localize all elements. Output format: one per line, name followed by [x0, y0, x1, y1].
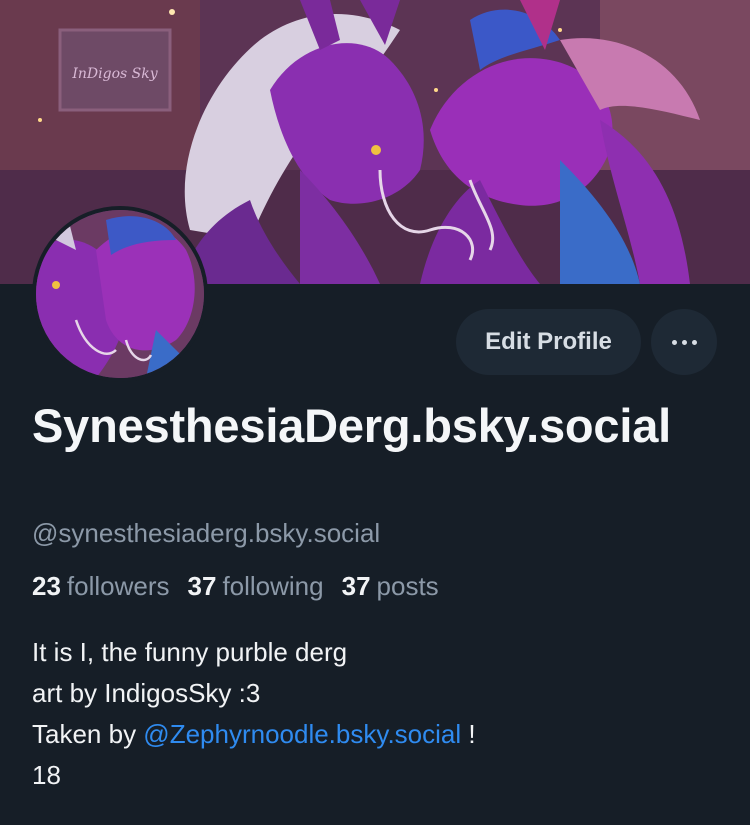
following-count: 37 — [187, 571, 217, 601]
bio-line: 18 — [32, 760, 61, 790]
profile-stats: 23 followers 37 following 37 posts — [32, 571, 439, 602]
bio-line: art by IndigosSky :3 — [32, 678, 261, 708]
more-options-button[interactable] — [651, 309, 717, 375]
followers-count: 23 — [32, 571, 61, 601]
following-stat[interactable]: 37 following — [188, 571, 324, 602]
posts-stat: 37 posts — [342, 571, 439, 602]
profile-bio: It is I, the funny purble derg art by In… — [32, 632, 722, 796]
profile-page: InDigos Sky Edit Profile SynesthesiaDerg… — [0, 0, 750, 825]
ellipsis-icon — [671, 339, 677, 345]
profile-display-name: SynesthesiaDerg.bsky.social — [32, 399, 671, 452]
edit-profile-button[interactable]: Edit Profile — [456, 309, 641, 375]
following-label: following — [222, 571, 324, 601]
posts-count: 37 — [341, 571, 371, 601]
ellipsis-icon — [681, 339, 687, 345]
bio-text: ! — [461, 719, 476, 749]
bio-line: Taken by @Zephyrnoodle.bsky.social ! — [32, 714, 722, 755]
avatar-artwork — [36, 210, 204, 378]
bio-line: It is I, the funny purble derg — [32, 637, 348, 667]
banner-artist-sign: InDigos Sky — [71, 66, 158, 82]
ellipsis-icon — [691, 339, 697, 345]
followers-stat[interactable]: 23 followers — [32, 571, 170, 602]
posts-label: posts — [376, 571, 439, 601]
mention-link[interactable]: @Zephyrnoodle.bsky.social — [143, 719, 461, 749]
profile-avatar[interactable] — [32, 206, 208, 382]
bio-text: Taken by — [32, 719, 144, 749]
followers-label: followers — [66, 571, 170, 601]
profile-handle: @synesthesiaderg.bsky.social — [32, 518, 381, 548]
